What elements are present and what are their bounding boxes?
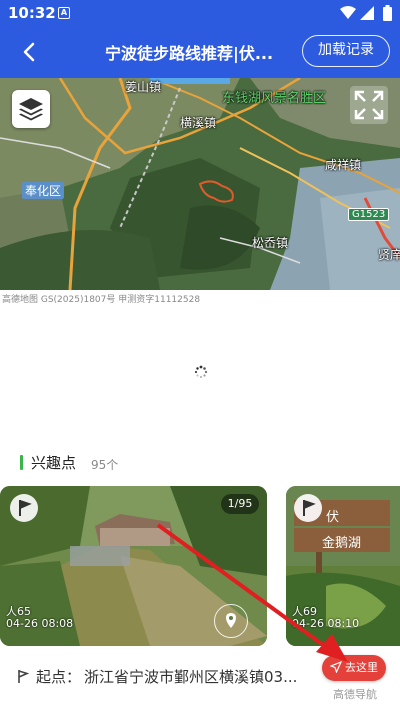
- navigate-icon: [330, 661, 342, 673]
- map-label-scenic: 东钱湖风景名胜区: [222, 91, 327, 106]
- flag-badge: [294, 494, 322, 522]
- flag-icon: [19, 500, 32, 516]
- map-label-road: G1523: [348, 208, 390, 221]
- flag-icon: [303, 500, 316, 516]
- poi-card[interactable]: 1/95 人65 04-26 08:08: [0, 486, 267, 646]
- layers-button[interactable]: [12, 90, 50, 128]
- navigate-label: 去这里: [345, 661, 378, 674]
- status-time: 10:32: [8, 4, 56, 22]
- photo-counter: 1/95: [221, 494, 259, 514]
- app-header: 10:32 A 宁波徒步路线推荐|伏... 加载记录: [0, 0, 400, 78]
- navigate-here-button[interactable]: 去这里: [322, 655, 386, 681]
- signal-icon: [360, 6, 374, 20]
- map-label-xianxiang2: 贤庠: [378, 248, 400, 262]
- map-label-fenghua: 奉化区: [22, 182, 65, 199]
- map-label-xianxiang: 咸祥镇: [325, 158, 362, 172]
- map-label-hengxi: 横溪镇: [180, 116, 217, 130]
- sign-text: 伏: [326, 510, 340, 525]
- map-label-jiangshan: 姜山镇: [125, 80, 162, 94]
- start-address: 浙江省宁波市鄞州区横溪镇03...: [84, 668, 298, 686]
- poi-date: 04-26 08:08: [6, 617, 74, 630]
- status-bar: 10:32 A: [0, 0, 400, 26]
- flag-icon: [18, 670, 30, 683]
- location-pin-icon: [226, 613, 236, 628]
- back-arrow-icon[interactable]: [16, 38, 44, 66]
- poi-card[interactable]: 伏 金鹅湖 人69 04-26 08:10: [286, 486, 400, 646]
- nav-provider: 高德导航: [333, 688, 377, 701]
- map-view[interactable]: 姜山镇 横溪镇 东钱湖风景名胜区 奉化区 咸祥镇 G1523 松岙镇 贤庠: [0, 78, 400, 290]
- section-accent-bar: [20, 455, 23, 470]
- flag-badge: [10, 494, 38, 522]
- wifi-icon: [340, 6, 356, 19]
- loading-spinner-icon: [194, 365, 208, 378]
- layers-icon: [19, 98, 43, 121]
- fullscreen-button[interactable]: [350, 86, 388, 124]
- sign-text: 金鹅湖: [322, 536, 362, 551]
- page-title: 宁波徒步路线推荐|伏...: [105, 44, 274, 63]
- notification-icon: A: [58, 7, 70, 19]
- map-label-songao: 松岙镇: [252, 236, 289, 250]
- poi-title: 兴趣点: [31, 454, 77, 472]
- poi-date: 04-26 08:10: [292, 617, 360, 630]
- battery-icon: [383, 5, 392, 21]
- locate-button[interactable]: [214, 604, 248, 638]
- poi-count: 95个: [91, 458, 119, 472]
- expand-icon: [354, 90, 384, 120]
- load-records-button[interactable]: 加载记录: [302, 35, 390, 67]
- start-label: 起点：: [36, 668, 82, 686]
- map-attribution: 高德地图 GS(2025)1807号 甲测资字11112528: [2, 295, 201, 305]
